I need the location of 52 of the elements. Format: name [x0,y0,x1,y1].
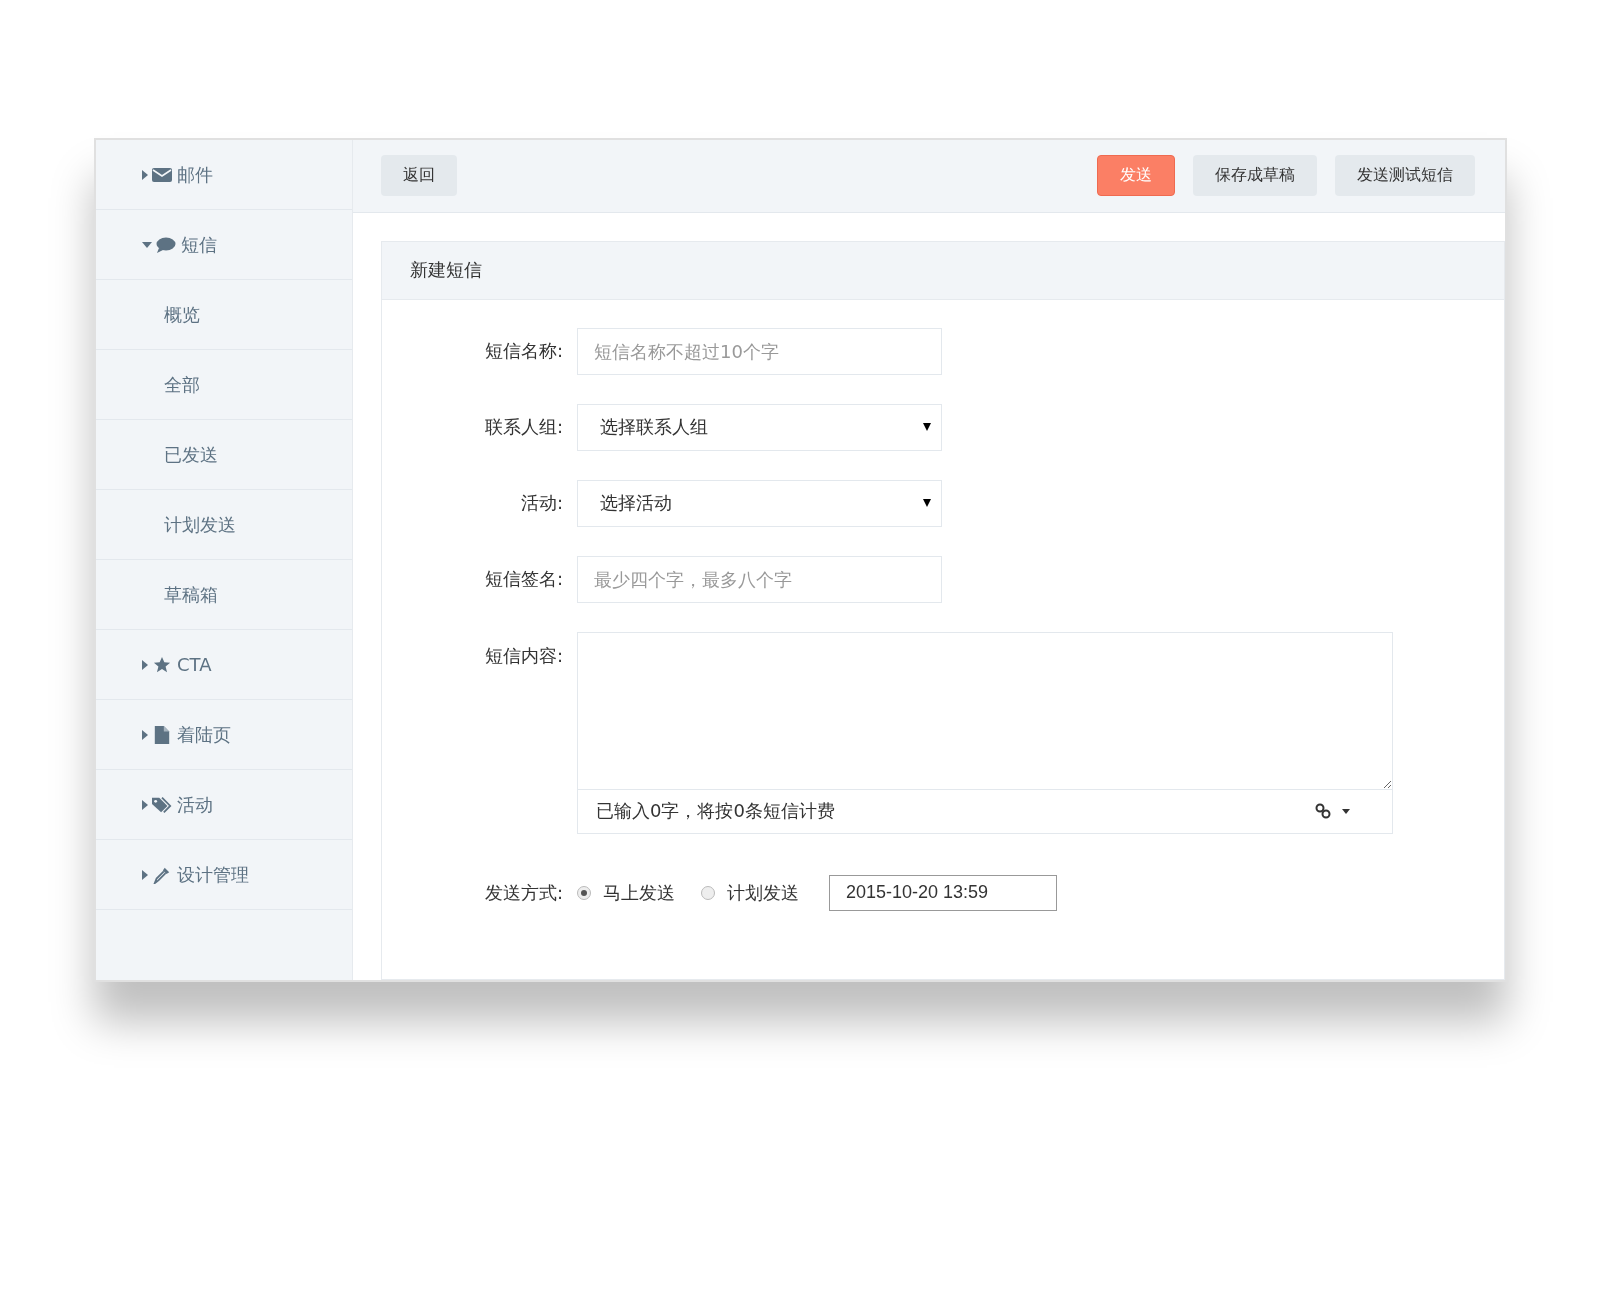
back-button[interactable]: 返回 [381,155,457,197]
radio-label: 计划发送 [727,880,799,905]
sidebar-item[interactable]: 邮件 [96,140,352,210]
dropdown-arrow-icon [923,499,931,508]
sidebar-label: 活动 [177,792,213,817]
select-field[interactable]: 选择联系人组 [577,403,942,451]
sidebar-label: 短信 [181,232,217,257]
field-label: 活动: [519,491,564,516]
sidebar-item[interactable]: 短信 [96,210,352,280]
sidebar-label: CTA [177,654,212,675]
toolbar-button[interactable]: 保存成草稿 [1193,155,1317,197]
star-icon [152,655,172,674]
speech-bubble-icon [156,235,176,254]
character-counter: 已输入0字，将按0条短信计费 [596,799,836,824]
caret-icon [142,659,148,670]
select-field[interactable]: 选择活动 [577,479,942,527]
sidebar-item[interactable]: CTA [96,630,352,700]
envelope-icon [152,165,172,184]
input-field[interactable]: 最少四个字，最多八个字 [577,555,942,603]
caret-icon [142,869,148,880]
tags-icon [152,795,172,814]
eyedropper-icon [152,865,172,884]
sidebar-item[interactable]: 设计管理 [96,840,352,910]
datetime-field[interactable]: 2015-10-20 13:59 [829,874,1057,911]
textarea-field[interactable] [577,631,1393,790]
field-label: 短信名称: [483,339,564,364]
sidebar-subitem[interactable]: 全部 [96,350,352,420]
caret-icon [142,729,148,740]
sidebar-subitem[interactable]: 计划发送 [96,490,352,560]
radio-label: 马上发送 [603,880,675,905]
toolbar-button[interactable]: 发送测试短信 [1335,155,1475,197]
document-icon [152,725,172,744]
sidebar-label: 着陆页 [177,722,231,747]
link-icon[interactable] [1314,802,1332,821]
sidebar-label: 邮件 [177,162,213,187]
field-label: 短信签名: [483,567,564,592]
sidebar-label: 设计管理 [177,862,249,887]
sidebar-subitem[interactable]: 已发送 [96,420,352,490]
sidebar-subitem[interactable]: 草稿箱 [96,560,352,630]
caret-icon[interactable] [1342,808,1350,814]
send-button[interactable]: 发送 [1097,155,1175,197]
radio-option[interactable]: 马上发送 [577,880,675,905]
sidebar-item[interactable]: 着陆页 [96,700,352,770]
sidebar-item[interactable]: 活动 [96,770,352,840]
dropdown-arrow-icon [923,423,931,432]
field-label: 发送方式: [483,880,564,905]
input-field[interactable]: 短信名称不超过10个字 [577,327,942,375]
sidebar-subitem[interactable]: 概览 [96,280,352,350]
field-label: 短信内容: [483,643,564,668]
panel-title: 新建短信 [382,241,1504,300]
radio-option[interactable]: 计划发送 [701,880,799,905]
field-label: 联系人组: [483,415,564,440]
